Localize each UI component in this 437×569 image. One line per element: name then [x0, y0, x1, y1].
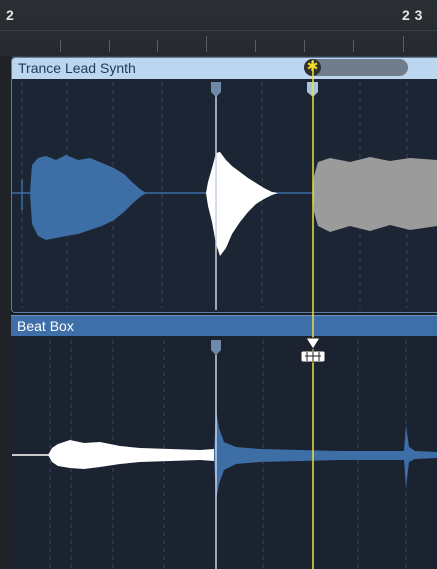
waveform-blue-segment	[30, 155, 146, 240]
waveform-white-segment	[206, 152, 278, 256]
flex-time-editor: 2 2 3 Trance Lead Synth ✱ Beat Box	[0, 0, 437, 569]
flex-marker-icon	[211, 340, 221, 355]
waveform-overlay	[12, 60, 437, 569]
waveform-white-segment	[48, 440, 214, 469]
flex-marker-icon	[211, 82, 221, 97]
waveform-blue-segment	[214, 410, 437, 500]
waveform-gray-segment	[313, 157, 437, 232]
